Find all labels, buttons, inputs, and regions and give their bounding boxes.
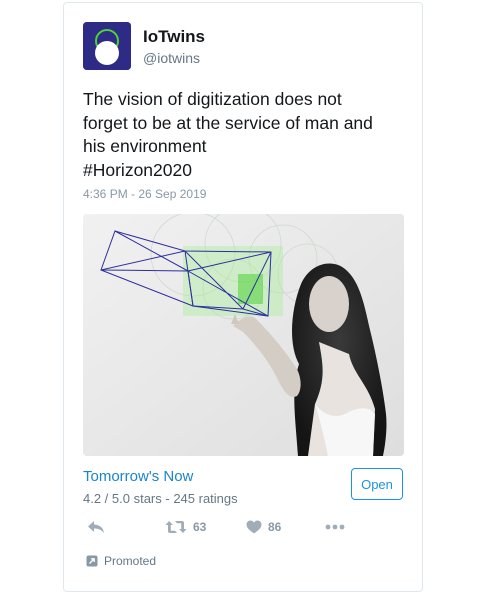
app-card-rating: 4.2 / 5.0 stars - 245 ratings — [83, 491, 238, 506]
tweet-timestamp[interactable]: 4:36 PM - 26 Sep 2019 — [83, 187, 206, 201]
more-button[interactable] — [325, 524, 345, 530]
account-name[interactable]: IoTwins — [143, 27, 205, 47]
promoted-label: Promoted — [104, 554, 157, 568]
tweet-actions: 63 86 — [83, 520, 383, 542]
app-card-title[interactable]: Tomorrow's Now — [83, 468, 193, 485]
retweet-button[interactable]: 63 — [165, 520, 206, 534]
heart-icon — [246, 520, 262, 534]
tweet-text-line: his environment — [83, 136, 207, 156]
like-button[interactable]: 86 — [246, 520, 281, 534]
hashtag-link[interactable]: #Horizon2020 — [83, 159, 408, 183]
account-handle[interactable]: @iotwins — [143, 50, 200, 66]
tweet-card: IoTwins @iotwins The vision of digitizat… — [63, 2, 423, 592]
tweet-text: The vision of digitization does not forg… — [83, 88, 408, 182]
retweet-icon — [165, 521, 187, 533]
promoted-icon — [86, 555, 98, 567]
tweet-text-line: forget to be at the service of man and — [83, 112, 373, 133]
tweet-media-image[interactable] — [83, 214, 404, 456]
promoted-indicator[interactable]: Promoted — [86, 554, 156, 568]
reply-button[interactable] — [87, 520, 105, 534]
avatar[interactable] — [83, 22, 131, 70]
tweet-text-line: The vision of digitization does not — [83, 89, 342, 109]
open-app-button[interactable]: Open — [351, 468, 403, 500]
iotwins-logo-icon — [83, 22, 131, 70]
media-photo — [83, 214, 404, 456]
retweet-count: 63 — [193, 520, 207, 534]
ellipsis-icon — [325, 524, 345, 530]
like-count: 86 — [268, 520, 282, 534]
reply-icon — [88, 521, 104, 533]
